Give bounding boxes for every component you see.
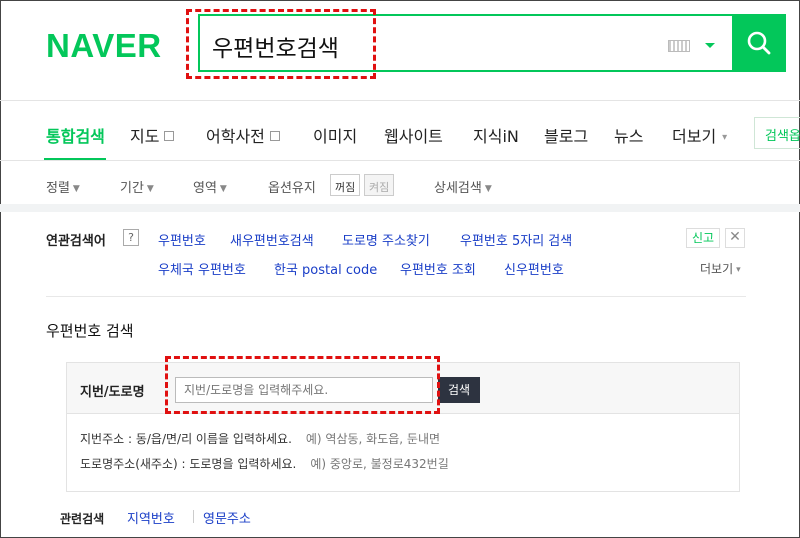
- sort-dropdown[interactable]: 정렬 ▼: [46, 177, 80, 196]
- link-separator: [193, 510, 194, 523]
- keep-option-off-toggle[interactable]: 꺼짐: [330, 174, 361, 196]
- sort-label: 정렬: [46, 181, 70, 196]
- section-gap: [0, 204, 800, 212]
- window-icon: [164, 131, 175, 141]
- keep-option-on-toggle[interactable]: 켜짐: [364, 174, 395, 196]
- related-keywords-title: 연관검색어: [46, 234, 106, 249]
- related-more-label: 더보기: [700, 262, 734, 276]
- related-keyword[interactable]: 한국 postal code: [274, 259, 377, 278]
- caret-down-icon: ▼: [146, 184, 154, 194]
- tab-integrated[interactable]: 통합검색: [46, 123, 105, 147]
- close-icon[interactable]: ✕: [725, 228, 745, 248]
- area-dropdown[interactable]: 영역 ▼: [193, 177, 227, 196]
- search-box[interactable]: 우편번호검색: [198, 14, 732, 72]
- road-address-example: 예) 중앙로, 불정로432번길: [310, 457, 449, 471]
- postal-hint-panel: [66, 414, 740, 492]
- caret-down-icon: ▾: [736, 265, 741, 275]
- related-keyword[interactable]: 우편번호 조회: [400, 259, 476, 278]
- keyboard-icon[interactable]: [668, 40, 690, 52]
- postal-search-button[interactable]: 검색: [438, 377, 480, 403]
- tab-knowledge-in[interactable]: 지식iN: [473, 123, 519, 147]
- section-divider: [46, 296, 746, 297]
- tab-images[interactable]: 이미지: [313, 123, 357, 147]
- caret-down-icon: ▼: [484, 184, 492, 194]
- tab-websites[interactable]: 웹사이트: [384, 123, 443, 147]
- window-icon: [269, 131, 280, 141]
- related-more-button[interactable]: 더보기 ▾: [700, 260, 741, 277]
- search-options-button[interactable]: 검색옵: [754, 117, 800, 149]
- search-query-text[interactable]: 우편번호검색: [212, 29, 339, 63]
- related-keyword[interactable]: 우편번호 5자리 검색: [460, 230, 572, 249]
- tabs-divider: [0, 160, 800, 161]
- tab-map-label: 지도: [130, 127, 160, 146]
- naver-logo[interactable]: NAVER: [46, 27, 162, 65]
- detail-search-dropdown[interactable]: 상세검색 ▼: [434, 177, 492, 196]
- address-field-label: 지번/도로명: [80, 385, 145, 400]
- header-divider: [0, 100, 800, 101]
- related-keyword[interactable]: 도로명 주소찾기: [342, 230, 430, 249]
- related-search-title: 관련검색: [60, 512, 105, 526]
- help-icon[interactable]: ?: [123, 229, 139, 246]
- search-button[interactable]: [732, 14, 786, 72]
- caret-down-icon: ▼: [72, 184, 80, 194]
- address-input[interactable]: [175, 377, 433, 403]
- lot-address-hint-text: 지번주소 : 동/읍/면/리 이름을 입력하세요.: [80, 432, 292, 446]
- related-keyword[interactable]: 우편번호: [158, 230, 206, 249]
- report-button[interactable]: 신고: [686, 228, 720, 248]
- related-keyword[interactable]: 신우편번호: [504, 259, 564, 278]
- period-label: 기간: [120, 181, 144, 196]
- postal-search-title: 우편번호 검색: [46, 322, 134, 340]
- area-code-link[interactable]: 지역번호: [127, 508, 175, 527]
- lot-address-hint: 지번주소 : 동/읍/면/리 이름을 입력하세요. 예) 역삼동, 화도읍, 둔내…: [80, 430, 440, 447]
- tab-more-label: 더보기: [672, 127, 717, 146]
- caret-down-icon: ▼: [219, 184, 227, 194]
- tab-blog[interactable]: 블로그: [544, 123, 588, 147]
- tab-dictionary[interactable]: 어학사전: [206, 123, 280, 147]
- period-dropdown[interactable]: 기간 ▼: [120, 177, 154, 196]
- tab-more[interactable]: 더보기 ▾: [672, 123, 727, 147]
- lot-address-example: 예) 역삼동, 화도읍, 둔내면: [305, 432, 441, 446]
- road-address-hint-text: 도로명주소(새주소) : 도로명을 입력하세요.: [80, 457, 297, 471]
- caret-down-icon: ▾: [722, 132, 728, 143]
- english-address-link[interactable]: 영문주소: [203, 508, 251, 527]
- search-icon: [747, 31, 771, 55]
- detail-search-label: 상세검색: [434, 181, 482, 196]
- related-keyword[interactable]: 새우편번호검색: [230, 230, 314, 249]
- chevron-down-icon[interactable]: [705, 43, 715, 48]
- related-keyword[interactable]: 우체국 우편번호: [158, 259, 246, 278]
- tab-dictionary-label: 어학사전: [206, 127, 265, 146]
- area-label: 영역: [193, 181, 217, 196]
- road-address-hint: 도로명주소(새주소) : 도로명을 입력하세요. 예) 중앙로, 불정로432번길: [80, 455, 449, 472]
- tab-map[interactable]: 지도: [130, 123, 175, 147]
- tab-news[interactable]: 뉴스: [614, 123, 643, 147]
- keep-option-label: 옵션유지: [268, 181, 316, 196]
